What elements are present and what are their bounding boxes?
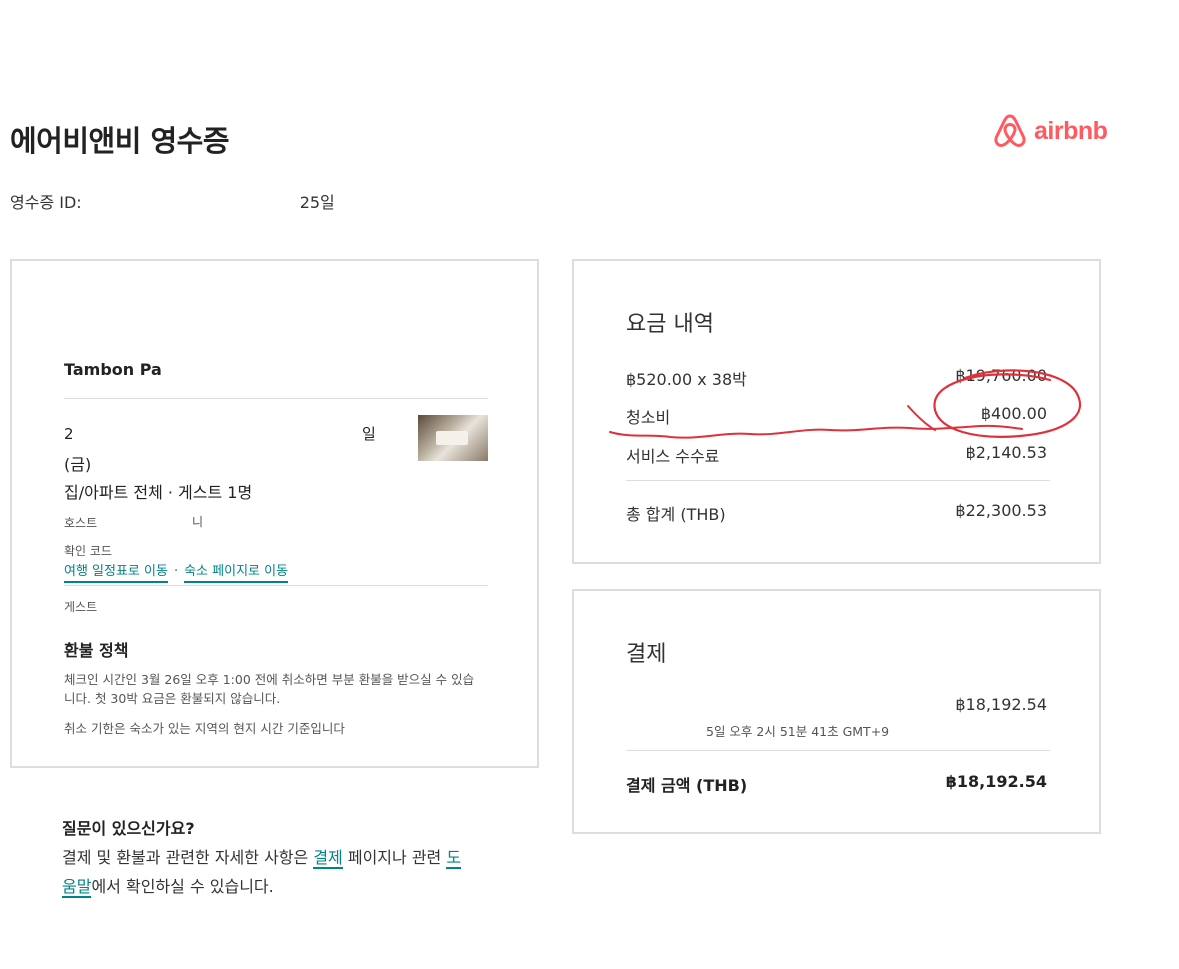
total-label: 총 합계 (THB) [626,505,726,524]
help-link[interactable]: 도 [446,848,462,869]
refund-policy-text: 체크인 시간인 3월 26일 오후 1:00 전에 취소하면 부분 환불을 받으… [64,672,475,706]
payment-card: 결제 ฿18,192.54 5일 오후 2시 51분 41초 GMT+9 결제 … [572,589,1101,834]
listing-type: 집/아파트 전체 · 게스트 1명 [64,483,253,502]
help-link-cont[interactable]: 움말 [62,877,92,898]
stay-dates-tail: 일 [362,425,376,443]
payment-total-value: ฿18,192.54 [945,772,1047,791]
confirmation-code-label: 확인 코드 [64,544,112,558]
payment-page-link[interactable]: 결제 [313,848,343,869]
divider [64,585,488,586]
stay-dates: 2 [64,425,74,443]
page-title: 에어비앤비 영수증 [10,124,230,158]
total-value: ฿22,300.53 [955,501,1047,520]
refund-policy-title: 환불 정책 [64,641,129,660]
receipt-id-label: 영수증 ID: [10,193,82,212]
itinerary-link[interactable]: 여행 일정표로 이동 [64,564,168,583]
stay-name: Tambon Pa [64,360,162,379]
faq-text: 결제 및 환불과 관련한 자세한 사항은 결제 페이지나 관련 도움말에서 확인… [62,843,522,901]
trip-links: 여행 일정표로 이동 · 숙소 페이지로 이동 [64,560,289,583]
airbnb-belo-icon [994,114,1026,148]
bed-shape [436,431,468,445]
divider [64,398,488,399]
stay-details-card: Tambon Pa 2 일 (금) 집/아파트 전체 · 게스트 1명 호스트 … [10,259,539,768]
listing-photo[interactable] [418,415,488,461]
stay-day: (금) [64,455,92,474]
payment-timestamp: 5일 오후 2시 51분 41초 GMT+9 [706,724,890,739]
price-breakdown-card: 요금 내역 ฿520.00 x 38박 ฿19,760.00 청소비 ฿400.… [572,259,1101,564]
host-name-tail: 니 [192,515,204,529]
guest-label: 게스트 [64,600,98,614]
refund-policy-note: 취소 기한은 숙소가 있는 지역의 현지 시간 기준입니다 [64,721,345,736]
receipt-id-date: 25일 [299,193,335,212]
divider [626,480,1050,481]
receipt-id: 영수증 ID: 25일 [10,189,335,213]
listing-page-link[interactable]: 숙소 페이지로 이동 [184,564,289,583]
payment-title: 결제 [626,642,667,667]
service-fee-label: 서비스 수수료 [626,447,720,466]
faq-text-part: 결제 및 환불과 관련한 자세한 사항은 [62,848,314,867]
payment-amount: ฿18,192.54 [955,695,1047,714]
host-label: 호스트 [64,516,98,530]
nightly-rate-label: ฿520.00 x 38박 [626,370,747,389]
payment-total-label: 결제 금액 (THB) [626,776,748,795]
link-separator: · [173,564,179,579]
faq-text-part: 페이지나 관련 [342,848,447,867]
faq-title: 질문이 있으신가요? [62,819,195,838]
faq-text-part: 에서 확인하실 수 있습니다. [91,877,274,896]
nightly-rate-value: ฿19,760.00 [955,366,1047,385]
airbnb-wordmark: airbnb [1034,116,1108,145]
airbnb-logo[interactable]: airbnb [992,110,1116,152]
service-fee-value: ฿2,140.53 [965,443,1047,462]
cleaning-fee-label: 청소비 [626,408,671,427]
price-breakdown-title: 요금 내역 [626,312,714,337]
cleaning-fee-value: ฿400.00 [980,404,1047,423]
divider [626,750,1050,751]
